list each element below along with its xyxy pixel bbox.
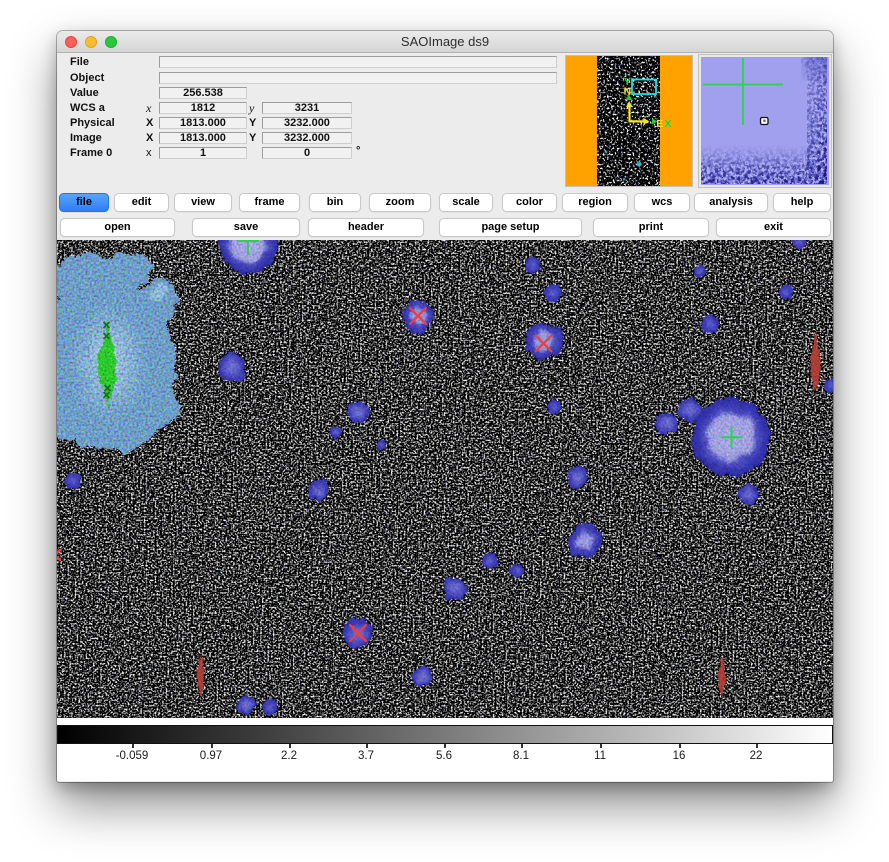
svg-text:E: E [656, 118, 663, 130]
svg-text:N: N [624, 86, 632, 98]
svg-text:X: X [664, 118, 671, 130]
